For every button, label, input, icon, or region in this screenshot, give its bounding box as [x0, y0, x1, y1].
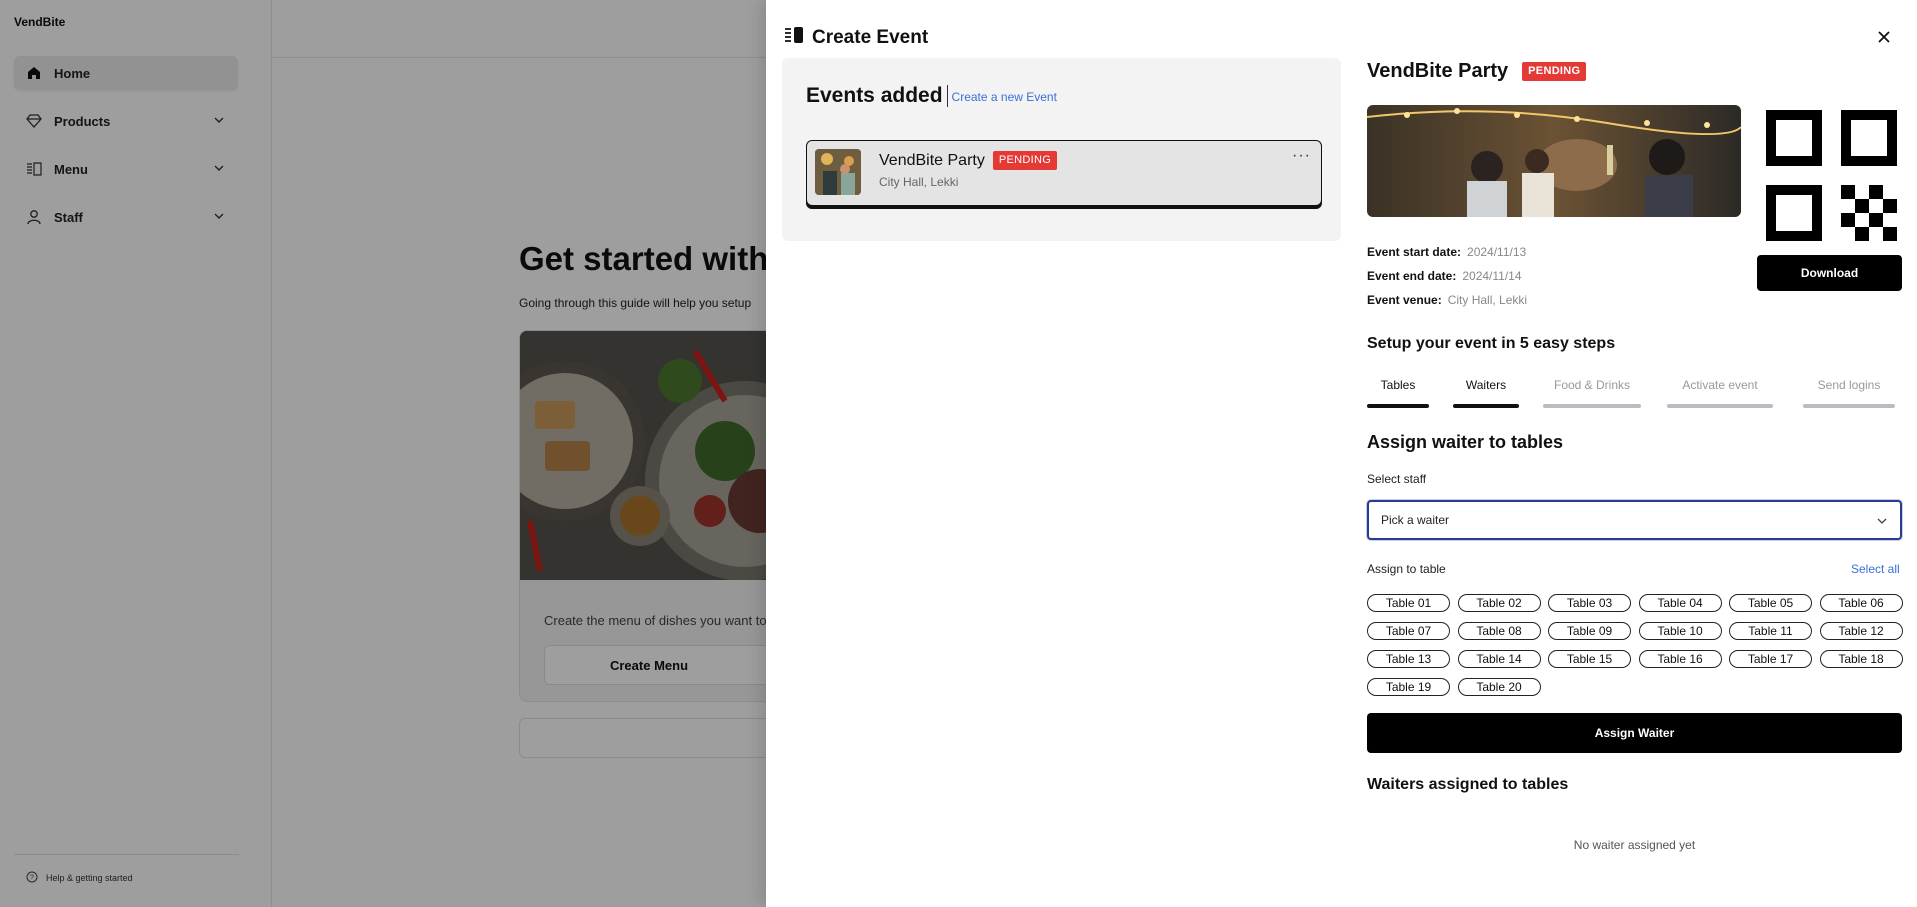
create-new-event-link[interactable]: Create a new Event [952, 90, 1057, 104]
tab-indicator [1453, 404, 1519, 408]
assign-section-title: Assign waiter to tables [1367, 432, 1564, 452]
select-all-link[interactable]: Select all [1851, 562, 1900, 576]
start-date-label: Event start date: [1367, 245, 1462, 259]
tab-label: Send logins [1817, 378, 1881, 392]
drawer-header: Create Event [784, 26, 928, 50]
chevron-down-icon [1876, 515, 1888, 530]
event-detail-title: VendBite Party [1367, 60, 1509, 82]
download-button[interactable]: Download [1757, 255, 1902, 291]
tab-tables[interactable]: Tables [1367, 372, 1429, 408]
events-panel: Events added Create a new Event VendBite… [782, 58, 1341, 241]
table-chip[interactable]: Table 05 [1729, 594, 1812, 612]
table-chip[interactable]: Table 15 [1548, 650, 1631, 668]
create-event-drawer: Create Event Events added Create a new E… [766, 0, 1917, 907]
venue-value: City Hall, Lekki [1447, 293, 1528, 307]
end-date-label: Event end date: [1367, 269, 1457, 283]
tab-send-logins[interactable]: Send logins [1803, 372, 1895, 408]
empty-state-text: No waiter assigned yet [1573, 838, 1696, 852]
tab-indicator [1667, 404, 1773, 408]
table-chip[interactable]: Table 11 [1729, 622, 1812, 640]
event-list-item[interactable]: VendBite Party PENDING City Hall, Lekki … [806, 140, 1322, 206]
table-chip[interactable]: Table 02 [1457, 594, 1541, 612]
table-chip[interactable]: Table 12 [1819, 622, 1903, 640]
assign-waiter-button[interactable]: Assign Waiter [1367, 713, 1902, 753]
tab-label: Waiters [1465, 378, 1507, 392]
assigned-section-title: Waiters assigned to tables [1367, 776, 1569, 793]
table-chip[interactable]: Table 20 [1457, 678, 1541, 696]
qr-code [1766, 110, 1897, 241]
event-banner-image [1367, 105, 1741, 217]
assign-to-table-label: Assign to table [1367, 562, 1446, 576]
tab-indicator [1543, 404, 1641, 408]
event-venue: Event venue: City Hall, Lekki [1367, 293, 1527, 307]
status-badge: PENDING [992, 151, 1058, 170]
table-chip[interactable]: Table 13 [1367, 650, 1450, 668]
tab-indicator [1367, 404, 1429, 408]
waiter-select[interactable]: Pick a waiter [1367, 500, 1902, 540]
table-chip[interactable]: Table 17 [1729, 650, 1812, 668]
end-date-value: 2024/11/14 [1462, 269, 1522, 283]
tab-label: Food & Drinks [1553, 378, 1631, 392]
select-value: Pick a waiter [1381, 513, 1450, 527]
events-header: Events added Create a new Event [806, 84, 1057, 108]
event-name: VendBite Party PENDING [879, 151, 1058, 170]
table-chip[interactable]: Table 18 [1819, 650, 1903, 668]
table-chip[interactable]: Table 10 [1638, 622, 1722, 640]
table-chip[interactable]: Table 16 [1638, 650, 1722, 668]
start-date-value: 2024/11/13 [1467, 245, 1527, 259]
drawer-title: Create Event [812, 27, 929, 48]
event-list-icon [784, 26, 804, 50]
table-chip[interactable]: Table 08 [1457, 622, 1541, 640]
tab-waiters[interactable]: Waiters [1453, 372, 1519, 408]
table-chip[interactable]: Table 07 [1367, 622, 1450, 640]
tab-label: Activate event [1682, 378, 1758, 392]
venue-label: Event venue: [1367, 293, 1442, 307]
event-thumbnail [815, 149, 861, 195]
more-options-icon[interactable]: ··· [1292, 147, 1311, 165]
select-staff-label: Select staff [1367, 472, 1427, 486]
table-chip[interactable]: Table 01 [1367, 594, 1450, 612]
tab-food-drinks[interactable]: Food & Drinks [1543, 372, 1641, 408]
table-chip[interactable]: Table 04 [1638, 594, 1722, 612]
table-chip[interactable]: Table 09 [1548, 622, 1631, 640]
events-heading: Events added [806, 84, 943, 107]
tab-indicator [1803, 404, 1895, 408]
table-chip[interactable]: Table 03 [1548, 594, 1631, 612]
tab-activate-event[interactable]: Activate event [1667, 372, 1773, 408]
table-chip[interactable]: Table 19 [1367, 678, 1450, 696]
event-end-date: Event end date: 2024/11/14 [1367, 269, 1522, 283]
table-chip[interactable]: Table 06 [1819, 594, 1903, 612]
table-chip[interactable]: Table 14 [1457, 650, 1541, 668]
tab-label: Tables [1380, 378, 1416, 392]
event-start-date: Event start date: 2024/11/13 [1367, 245, 1526, 259]
event-title: VendBite Party [879, 151, 985, 169]
step-tabs: Tables Waiters Food & Drinks Activate ev… [1367, 372, 1900, 408]
status-badge: PENDING [1522, 62, 1587, 81]
event-location: City Hall, Lekki [879, 175, 959, 189]
close-icon[interactable] [1873, 26, 1895, 48]
event-detail-header: VendBite Party PENDING [1367, 60, 1587, 83]
divider [946, 85, 948, 107]
steps-title: Setup your event in 5 easy steps [1367, 335, 1616, 352]
